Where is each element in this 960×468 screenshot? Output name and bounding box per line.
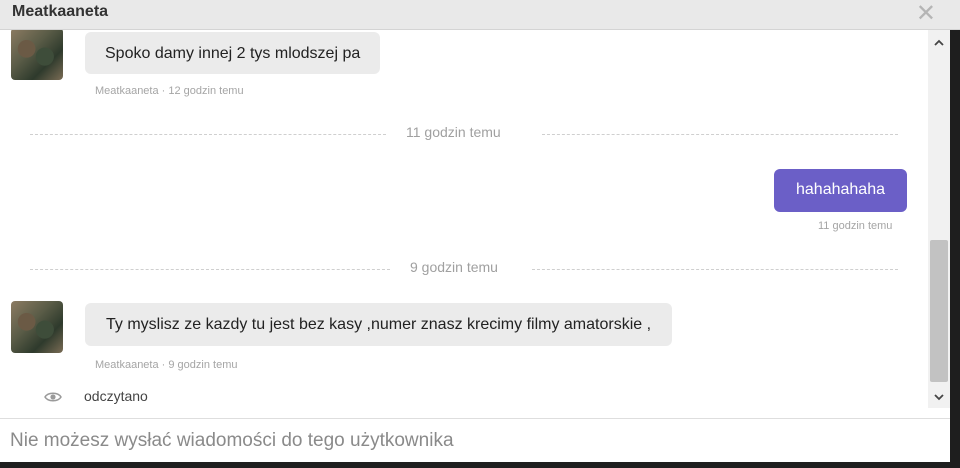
message-bubble-outgoing: hahahahaha	[774, 169, 907, 212]
message-list[interactable]: Spoko damy innej 2 tys mlodszej pa Meatk…	[0, 30, 928, 418]
window-edge	[0, 462, 960, 468]
time-divider: 11 godzin temu	[30, 124, 898, 144]
time-divider-label: 11 godzin temu	[406, 124, 501, 140]
chevron-up-icon[interactable]	[928, 32, 950, 54]
message-bubble-incoming: Spoko damy innej 2 tys mlodszej pa	[85, 32, 381, 74]
window-edge	[950, 30, 960, 468]
message-meta: Meatkaaneta · 12 godzin temu	[95, 85, 244, 97]
time-divider: 9 godzin temu	[30, 259, 898, 279]
time-divider-label: 9 godzin temu	[410, 259, 498, 275]
read-status-label: odczytano	[84, 388, 148, 404]
avatar[interactable]	[11, 301, 63, 353]
message-meta: Meatkaaneta · 9 godzin temu	[95, 359, 238, 371]
scrollbar-thumb[interactable]	[930, 240, 948, 382]
message-input-bar	[0, 418, 950, 462]
message-input[interactable]	[0, 419, 950, 462]
message-bubble-incoming: Ty myslisz ze kazdy tu jest bez kasy ,nu…	[85, 303, 673, 346]
eye-icon	[44, 392, 62, 402]
window-title: Meatkaaneta	[12, 3, 109, 20]
scrollbar[interactable]	[928, 30, 950, 408]
title-bar: Meatkaaneta ✕	[0, 0, 960, 30]
message-meta: 11 godzin temu	[818, 220, 893, 232]
avatar[interactable]	[11, 30, 63, 80]
close-icon[interactable]: ✕	[916, 2, 936, 26]
chevron-down-icon[interactable]	[928, 386, 950, 408]
